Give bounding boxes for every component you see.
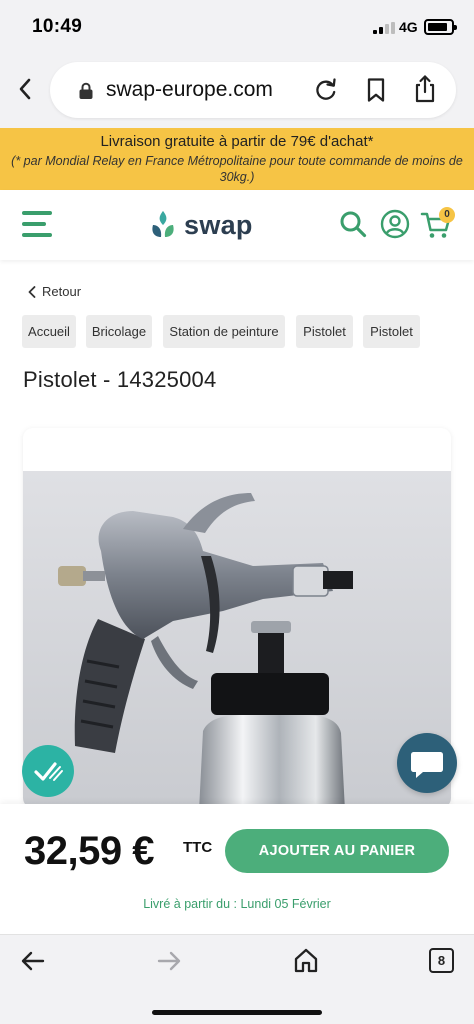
breadcrumb-item-pistolet[interactable]: Pistolet [296, 315, 353, 348]
breadcrumb-item-pistolet-current[interactable]: Pistolet [363, 315, 420, 348]
screen: 10:49 4G swap-europe.com Livraison gratu… [0, 0, 474, 1024]
browser-toolbar: 8 [0, 934, 474, 1024]
product-price: 32,59 € [24, 829, 154, 873]
breadcrumb-item-station-de-peinture[interactable]: Station de peinture [163, 315, 285, 348]
chat-button[interactable] [397, 733, 457, 793]
site-logo[interactable]: swap [146, 206, 253, 244]
lock-icon [79, 82, 93, 99]
cart-count-badge: 0 [439, 207, 455, 223]
network-type: 4G [399, 19, 418, 35]
add-to-cart-button[interactable]: AJOUTER AU PANIER [225, 829, 449, 873]
arrow-right-icon[interactable] [156, 949, 182, 973]
home-indicator [152, 1010, 322, 1015]
browser-back-button[interactable] [12, 72, 38, 106]
promo-footnote: (* par Mondial Relay en France Métropoli… [11, 154, 463, 184]
breadcrumb-item-bricolage[interactable]: Bricolage [86, 315, 152, 348]
browser-address-area: swap-europe.com [0, 56, 474, 128]
arrow-left-icon[interactable] [20, 949, 46, 973]
product-title: Pistolet - 14325004 [23, 367, 217, 392]
chevron-left-icon [28, 285, 36, 298]
promo-text: Livraison gratuite à partir de 79€ d'ach… [100, 133, 374, 150]
menu-icon[interactable] [22, 210, 52, 238]
site-header: swap 0 [0, 190, 474, 260]
purchase-bar: 32,59 € TTC AJOUTER AU PANIER Livré à pa… [0, 804, 474, 934]
tabs-button[interactable]: 8 [429, 948, 454, 973]
verified-badge[interactable] [22, 745, 74, 797]
chevron-left-icon [19, 78, 31, 100]
url-bar[interactable]: swap-europe.com [50, 62, 456, 118]
verified-check-icon [34, 762, 63, 781]
logo-text: swap [184, 209, 253, 240]
swap-logo-icon [152, 211, 174, 237]
promo-banner: Livraison gratuite à partir de 79€ d'ach… [0, 128, 474, 190]
share-icon[interactable] [412, 74, 438, 104]
status-time: 10:49 [32, 16, 83, 37]
cellular-signal-icon [373, 22, 395, 34]
search-icon[interactable] [339, 210, 367, 238]
home-icon[interactable] [293, 947, 319, 973]
chat-bubble-icon [411, 752, 443, 778]
url-text: swap-europe.com [106, 78, 273, 101]
product-image[interactable] [23, 471, 451, 808]
delivery-date: Livré à partir du : Lundi 05 Février [143, 897, 331, 911]
back-link[interactable]: Retour [28, 284, 81, 299]
price-tax-label: TTC [183, 839, 213, 856]
breadcrumb: Accueil Bricolage Station de peinture Pi… [22, 315, 462, 349]
back-link-label: Retour [42, 284, 82, 299]
battery-icon [424, 19, 457, 35]
reload-icon[interactable] [313, 77, 339, 103]
product-image-card [23, 428, 451, 808]
bookmark-icon[interactable] [364, 77, 388, 103]
breadcrumb-item-accueil[interactable]: Accueil [22, 315, 76, 348]
account-icon[interactable] [380, 209, 410, 239]
status-bar: 10:49 4G [0, 0, 474, 56]
